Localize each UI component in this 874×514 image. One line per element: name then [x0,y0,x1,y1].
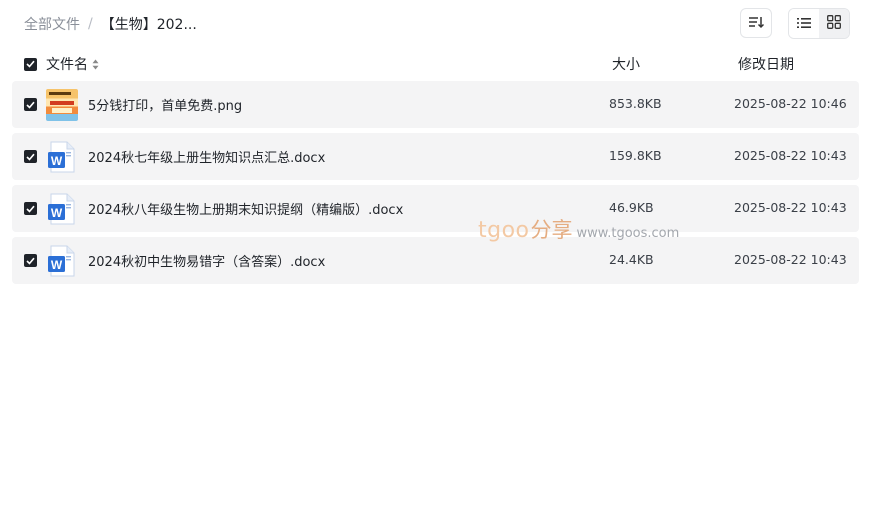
svg-text:W: W [51,154,63,168]
breadcrumb-separator: / [88,16,93,32]
file-date: 2025-08-22 10:43 [734,148,847,163]
sort-lines-icon [748,14,765,33]
name-column-header: 文件名 [24,54,99,74]
file-date: 2025-08-22 10:46 [734,96,847,111]
file-browser: 全部文件 / 【生物】202... 文件名 大小 修改日期 5分钱打印，首单免费… [0,0,874,514]
word-doc-icon: W [46,193,78,225]
file-date: 2025-08-22 10:43 [734,200,847,215]
name-column-label[interactable]: 文件名 [46,54,88,74]
file-row[interactable]: 5分钱打印，首单免费.png 853.8KB 2025-08-22 10:46 [12,81,859,128]
word-doc-icon: W [46,245,78,277]
list-view-button[interactable] [789,9,819,38]
file-size: 853.8KB [609,96,662,111]
grid-view-icon [827,14,841,33]
sort-toggle-icon[interactable] [92,59,99,70]
list-view-icon [797,14,811,33]
word-doc-icon: W [46,141,78,173]
image-thumbnail [46,89,78,121]
row-checkbox[interactable] [24,150,37,163]
svg-text:W: W [51,258,63,272]
file-name[interactable]: 2024秋初中生物易错字（含答案）.docx [88,251,325,270]
file-row[interactable]: W 2024秋八年级生物上册期末知识提纲（精编版）.docx 46.9KB 20… [12,185,859,232]
file-name[interactable]: 2024秋八年级生物上册期末知识提纲（精编版）.docx [88,199,403,218]
date-column-header: 修改日期 [738,57,794,73]
sort-button[interactable] [740,8,772,38]
file-name[interactable]: 2024秋七年级上册生物知识点汇总.docx [88,147,325,166]
file-size: 159.8KB [609,148,662,163]
breadcrumb: 全部文件 / 【生物】202... [24,14,197,34]
breadcrumb-root-link[interactable]: 全部文件 [24,14,80,34]
file-size: 24.4KB [609,252,654,267]
row-checkbox[interactable] [24,254,37,267]
grid-view-button[interactable] [819,9,849,38]
select-all-checkbox[interactable] [24,57,37,71]
file-size: 46.9KB [609,200,654,215]
row-checkbox[interactable] [24,202,37,215]
size-column-header: 大小 [612,57,640,73]
svg-text:W: W [51,206,63,220]
file-row[interactable]: W 2024秋七年级上册生物知识点汇总.docx 159.8KB 2025-08… [12,133,859,180]
file-date: 2025-08-22 10:43 [734,252,847,267]
file-name[interactable]: 5分钱打印，首单免费.png [88,95,242,114]
file-row[interactable]: W 2024秋初中生物易错字（含答案）.docx 24.4KB 2025-08-… [12,237,859,284]
row-checkbox[interactable] [24,98,37,111]
breadcrumb-current-folder: 【生物】202... [100,17,197,33]
view-mode-toggle [788,8,850,39]
